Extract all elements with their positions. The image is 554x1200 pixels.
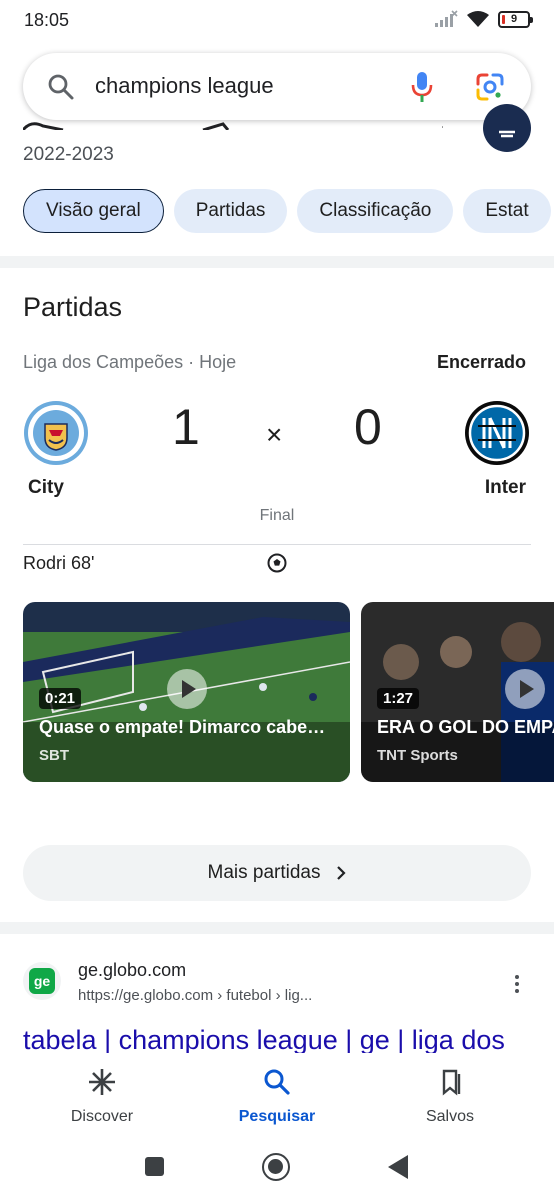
nav-discover-label: Discover [70, 1108, 134, 1125]
video-title: Quase o empate! Dimarco cabe… [39, 717, 326, 737]
search-bar[interactable] [23, 53, 531, 120]
bookmarks-icon [442, 1069, 461, 1096]
section-divider [0, 256, 554, 268]
soccer-ball-icon [267, 553, 287, 573]
matches-title: Partidas [23, 292, 123, 322]
battery-icon: 9 [498, 10, 533, 28]
season-label: 2022-2023 [23, 144, 114, 165]
score-separator: × [266, 419, 283, 450]
manchester-city-crest[interactable] [23, 400, 89, 466]
video-card[interactable]: 1:27 ERA O GOL DO EMPA TNT Sports [361, 602, 554, 782]
back-button[interactable] [388, 1155, 408, 1179]
home-button[interactable] [262, 1153, 290, 1181]
wifi-icon [467, 11, 489, 27]
video-duration: 0:21 [39, 688, 82, 709]
video-source: TNT Sports [377, 747, 458, 764]
favicon-text: ge [29, 968, 55, 994]
site-favicon: ge [23, 962, 61, 1000]
nav-search-label: Pesquisar [238, 1108, 316, 1125]
video-duration: 1:27 [377, 688, 420, 709]
competition-logo[interactable] [483, 104, 531, 152]
battery-level: 9 [510, 13, 518, 25]
away-score: 0 [354, 399, 382, 455]
chip-matches[interactable]: Partidas [173, 189, 288, 233]
trophy-icon [499, 130, 515, 138]
recents-button[interactable] [145, 1157, 164, 1176]
video-title: ERA O GOL DO EMPA [377, 717, 554, 737]
divider-line [23, 544, 531, 545]
result-site-name[interactable]: ge.globo.com [78, 960, 186, 981]
nav-search[interactable]: Pesquisar [197, 1067, 357, 1126]
section-divider [0, 922, 554, 934]
match-status: Encerrado [436, 352, 526, 372]
inter-crest[interactable] [464, 400, 530, 466]
filter-chips: Visão geral Partidas Classificação Estat [23, 189, 551, 233]
home-score: 1 [172, 399, 200, 455]
signal-icon [435, 10, 458, 27]
microphone-icon[interactable] [411, 71, 433, 103]
home-team-name[interactable]: City [28, 477, 64, 499]
cut-off-title-icon [23, 122, 443, 130]
result-title-link[interactable]: tabela | champions league | ge | liga do… [23, 1025, 553, 1053]
match-stage: Final [259, 507, 295, 524]
search-icon [48, 74, 74, 100]
google-lens-icon[interactable] [475, 72, 505, 102]
nav-discover[interactable]: Discover [22, 1067, 182, 1126]
more-matches-button[interactable]: Mais partidas [23, 845, 531, 901]
system-navigation [0, 1140, 554, 1200]
chip-standings[interactable]: Classificação [297, 189, 454, 233]
result-url[interactable]: https://ge.globo.com › futebol › lig... [78, 987, 312, 1004]
chip-stats[interactable]: Estat [463, 189, 551, 233]
status-bar: 18:05 9 [0, 0, 554, 42]
nav-saved[interactable]: Salvos [370, 1067, 530, 1126]
play-icon[interactable] [167, 669, 207, 709]
bottom-navigation: Discover Pesquisar Salvos [0, 1055, 554, 1145]
video-card[interactable]: 0:21 Quase o empate! Dimarco cabe… SBT [23, 602, 350, 782]
more-options-icon[interactable] [514, 974, 520, 994]
search-icon [264, 1069, 290, 1095]
play-icon[interactable] [505, 669, 545, 709]
nav-saved-label: Salvos [425, 1108, 475, 1125]
video-source: SBT [39, 747, 69, 764]
search-input[interactable] [95, 68, 395, 104]
away-team-name[interactable]: Inter [485, 477, 526, 499]
league-date: Liga dos Campeões · Hoje [23, 352, 237, 372]
chevron-right-icon [336, 866, 346, 880]
chip-overview[interactable]: Visão geral [23, 189, 164, 233]
more-matches-label: Mais partidas [207, 862, 321, 883]
goal-scorer: Rodri 68' [23, 553, 95, 573]
status-icons: 9 [434, 10, 533, 28]
status-time: 18:05 [24, 10, 70, 30]
asterisk-icon [89, 1069, 115, 1095]
